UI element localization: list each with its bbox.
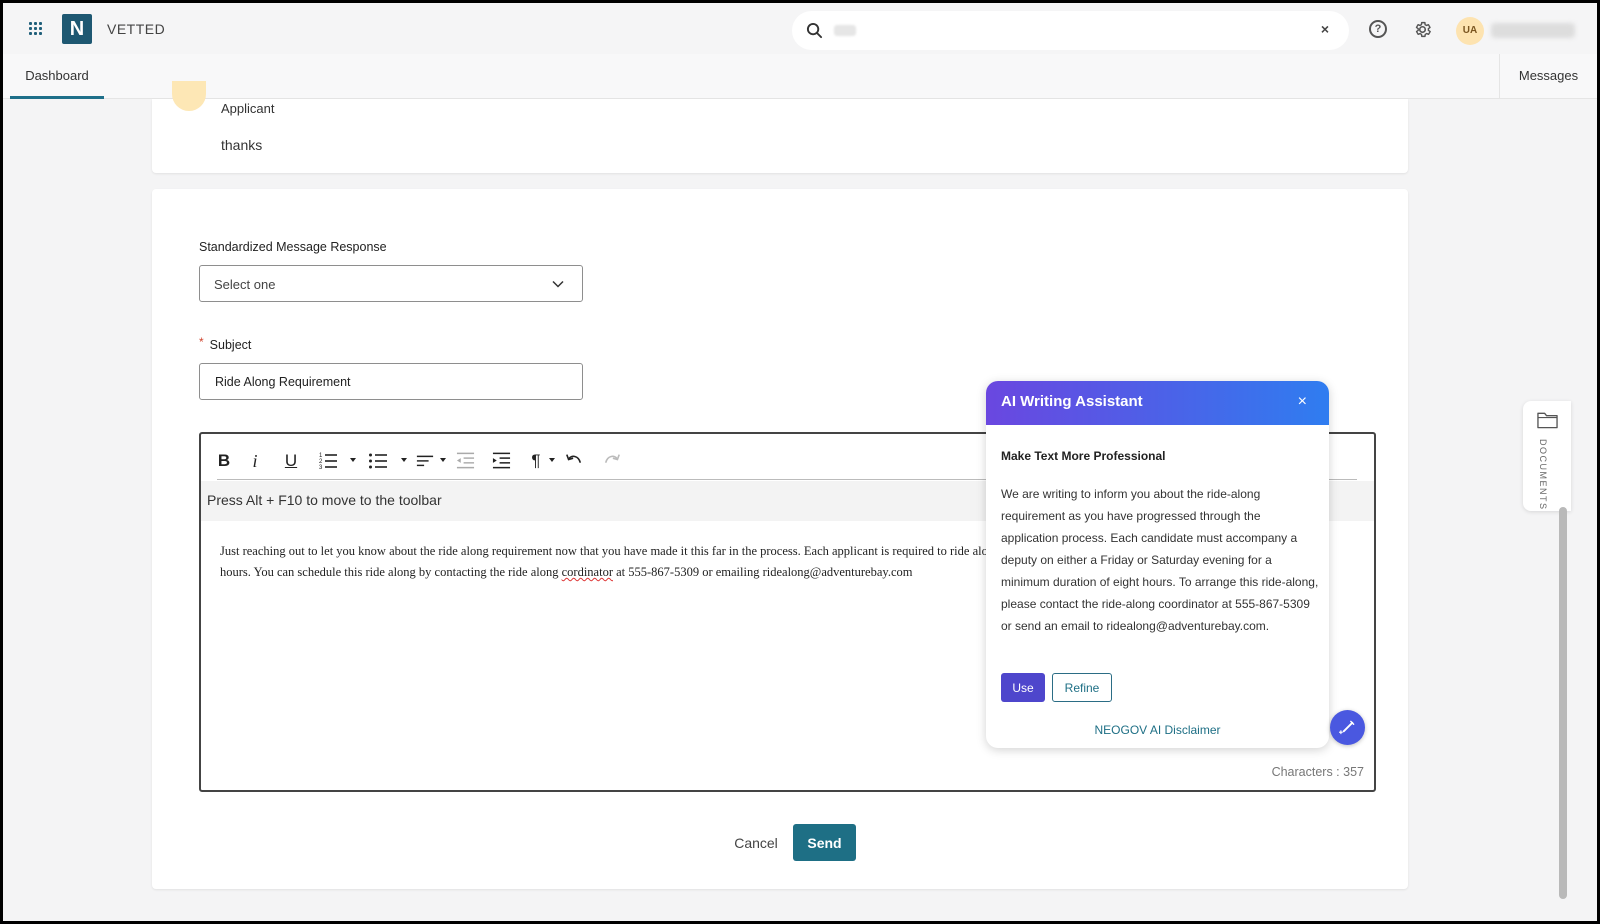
scrollbar-thumb[interactable] <box>1559 507 1567 899</box>
search-bar: × <box>792 11 1349 50</box>
previous-message-card: Applicant thanks <box>152 81 1408 173</box>
outdent-icon <box>456 452 475 469</box>
magic-pen-icon <box>1339 720 1355 735</box>
nav-bar: Dashboard Messages <box>3 54 1597 99</box>
gear-icon[interactable] <box>1413 20 1432 39</box>
page-scrollbar[interactable] <box>1557 99 1571 903</box>
align-button[interactable] <box>416 450 434 472</box>
bulleted-list-icon <box>369 453 387 469</box>
body-text-part2: at 555-867-5309 or emailing ridealong@ad… <box>612 565 913 579</box>
numbered-list-icon: 123 <box>319 453 337 470</box>
subject-label: * Subject <box>199 335 252 352</box>
ai-disclaimer-link[interactable]: NEOGOV AI Disclaimer <box>986 723 1329 737</box>
paragraph-button[interactable]: ¶ <box>529 450 543 472</box>
bold-button[interactable]: B <box>217 450 231 472</box>
std-response-label: Standardized Message Response <box>199 240 387 254</box>
std-response-select[interactable]: Select one <box>199 265 583 302</box>
std-response-value: Select one <box>214 277 276 292</box>
outdent-button[interactable] <box>456 450 475 472</box>
misspelled-word: cordinator <box>561 565 613 579</box>
indent-icon <box>492 452 511 469</box>
cancel-button[interactable]: Cancel <box>726 830 786 856</box>
send-button[interactable]: Send <box>793 824 856 861</box>
redo-button[interactable] <box>603 450 621 472</box>
undo-button[interactable] <box>565 450 583 472</box>
message-text: thanks <box>221 137 263 153</box>
align-dropdown[interactable] <box>440 458 446 462</box>
app-logo: N <box>62 14 92 44</box>
top-bar: N VETTED × ? UA <box>3 3 1597 54</box>
numbered-list-button[interactable]: 123 <box>318 450 338 472</box>
ai-suggestion-heading: Make Text More Professional <box>1001 449 1166 463</box>
ai-suggestion-text: We are writing to inform you about the r… <box>1001 487 1319 633</box>
chevron-down-icon <box>552 280 564 288</box>
underline-button[interactable]: U <box>283 450 299 472</box>
sender-role: Applicant <box>221 101 275 116</box>
subject-label-text: Subject <box>209 338 252 352</box>
avatar[interactable]: UA <box>1456 17 1484 45</box>
documents-label: DOCUMENTS <box>1538 439 1548 511</box>
folder-icon <box>1537 412 1558 429</box>
ai-assistant-button[interactable] <box>1330 710 1365 745</box>
indent-button[interactable] <box>492 450 511 472</box>
app-name: VETTED <box>107 21 166 37</box>
clear-search-icon[interactable]: × <box>1321 21 1329 37</box>
user-name-redacted <box>1491 23 1575 38</box>
sender-avatar <box>172 81 206 111</box>
tab-dashboard[interactable]: Dashboard <box>10 54 104 99</box>
toolbar-hint-text: Press Alt + F10 to move to the toolbar <box>207 492 442 508</box>
ai-writing-assistant-panel: AI Writing Assistant × Make Text More Pr… <box>986 381 1329 748</box>
app-window: N VETTED × ? UA Dashboard Messages Appli… <box>3 3 1597 921</box>
tab-messages[interactable]: Messages <box>1499 54 1597 99</box>
character-count: Characters : 357 <box>1271 765 1364 779</box>
align-left-icon <box>416 455 434 467</box>
ai-panel-title: AI Writing Assistant <box>1001 393 1143 410</box>
help-icon[interactable]: ? <box>1369 20 1387 38</box>
app-launcher-icon[interactable] <box>29 22 43 36</box>
bulleted-list-button[interactable] <box>368 450 388 472</box>
use-suggestion-button[interactable]: Use <box>1001 673 1045 702</box>
search-query-redacted <box>834 25 856 36</box>
search-input[interactable] <box>832 21 1292 41</box>
ai-panel-header: AI Writing Assistant × <box>986 381 1329 425</box>
required-marker: * <box>199 335 204 349</box>
numbered-list-dropdown[interactable] <box>350 458 356 462</box>
paragraph-dropdown[interactable] <box>549 458 555 462</box>
subject-input[interactable] <box>199 363 583 400</box>
redo-icon <box>604 454 620 463</box>
svg-text:3: 3 <box>319 465 323 470</box>
refine-button[interactable]: Refine <box>1052 673 1112 702</box>
close-icon[interactable]: × <box>1298 393 1307 411</box>
search-icon <box>806 22 823 39</box>
italic-button[interactable]: i <box>249 450 261 472</box>
bulleted-list-dropdown[interactable] <box>401 458 407 462</box>
undo-icon <box>566 454 582 463</box>
